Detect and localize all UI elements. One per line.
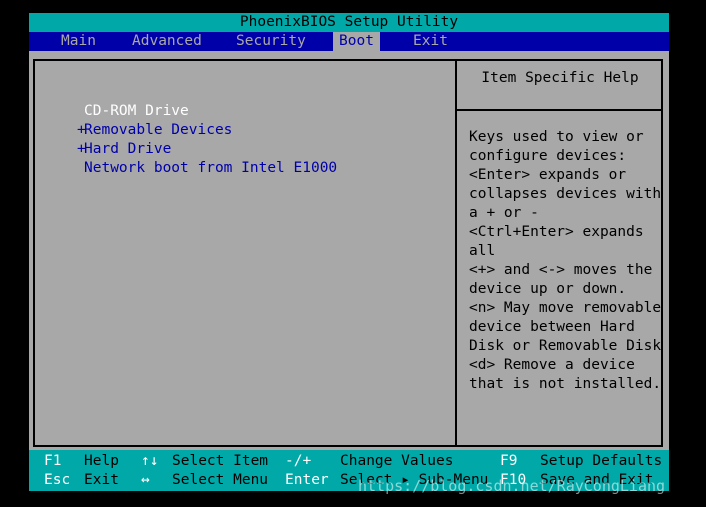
help-line: all: [469, 243, 496, 259]
key-esc: Esc: [44, 472, 71, 488]
menu-bar: Main Advanced Security Boot Exit: [29, 32, 669, 51]
help-line: configure devices:: [469, 148, 627, 164]
help-line: a + or -: [469, 205, 539, 221]
key-updown: ↑↓: [141, 453, 159, 469]
bios-title: PhoenixBIOS Setup Utility: [29, 13, 669, 32]
key-leftright: ↔: [141, 472, 150, 488]
help-divider: [457, 109, 663, 111]
key-minusplus-desc: Change Values: [340, 453, 454, 469]
key-minusplus: -/+: [285, 453, 312, 469]
boot-item-removable[interactable]: +Removable Devices: [77, 121, 337, 140]
key-enter: Enter: [285, 472, 329, 488]
help-line: Keys used to view or: [469, 129, 644, 145]
menu-security[interactable]: Security: [230, 32, 312, 51]
key-f1-desc: Help: [84, 453, 119, 469]
menu-exit[interactable]: Exit: [407, 32, 454, 51]
help-text: Keys used to view or configure devices: …: [469, 128, 662, 394]
boot-item-cdrom[interactable]: CD-ROM Drive: [77, 102, 337, 121]
key-updown-desc: Select Item: [172, 453, 269, 469]
help-line: device up or down.: [469, 281, 627, 297]
help-line: <n> May move removable: [469, 300, 662, 316]
bios-screen: PhoenixBIOS Setup Utility Main Advanced …: [29, 13, 669, 491]
help-title: Item Specific Help: [481, 70, 639, 86]
key-f1: F1: [44, 453, 62, 469]
menu-boot[interactable]: Boot: [333, 32, 380, 51]
help-line: <Enter> expands or: [469, 167, 627, 183]
help-line: <d> Remove a device: [469, 357, 635, 373]
help-line: device between Hard: [469, 319, 635, 335]
key-f9-desc: Setup Defaults: [540, 453, 663, 469]
watermark: https://blog.csdn.net/RayCongLiang: [358, 477, 666, 495]
help-line: Disk or Removable Disk: [469, 338, 662, 354]
boot-item-harddrive[interactable]: +Hard Drive: [77, 140, 337, 159]
menu-main[interactable]: Main: [55, 32, 102, 51]
key-leftright-desc: Select Menu: [172, 472, 269, 488]
help-line: <Ctrl+Enter> expands: [469, 224, 644, 240]
panel-divider: [455, 59, 457, 447]
help-line: that is not installed.: [469, 376, 662, 392]
boot-item-network[interactable]: Network boot from Intel E1000: [77, 159, 337, 178]
menu-advanced[interactable]: Advanced: [126, 32, 208, 51]
boot-order-list: CD-ROM Drive +Removable Devices +Hard Dr…: [77, 102, 337, 178]
key-esc-desc: Exit: [84, 472, 119, 488]
help-line: collapses devices with: [469, 186, 662, 202]
help-line: <+> and <-> moves the: [469, 262, 653, 278]
key-f9: F9: [500, 453, 518, 469]
main-panel: CD-ROM Drive +Removable Devices +Hard Dr…: [29, 51, 669, 451]
